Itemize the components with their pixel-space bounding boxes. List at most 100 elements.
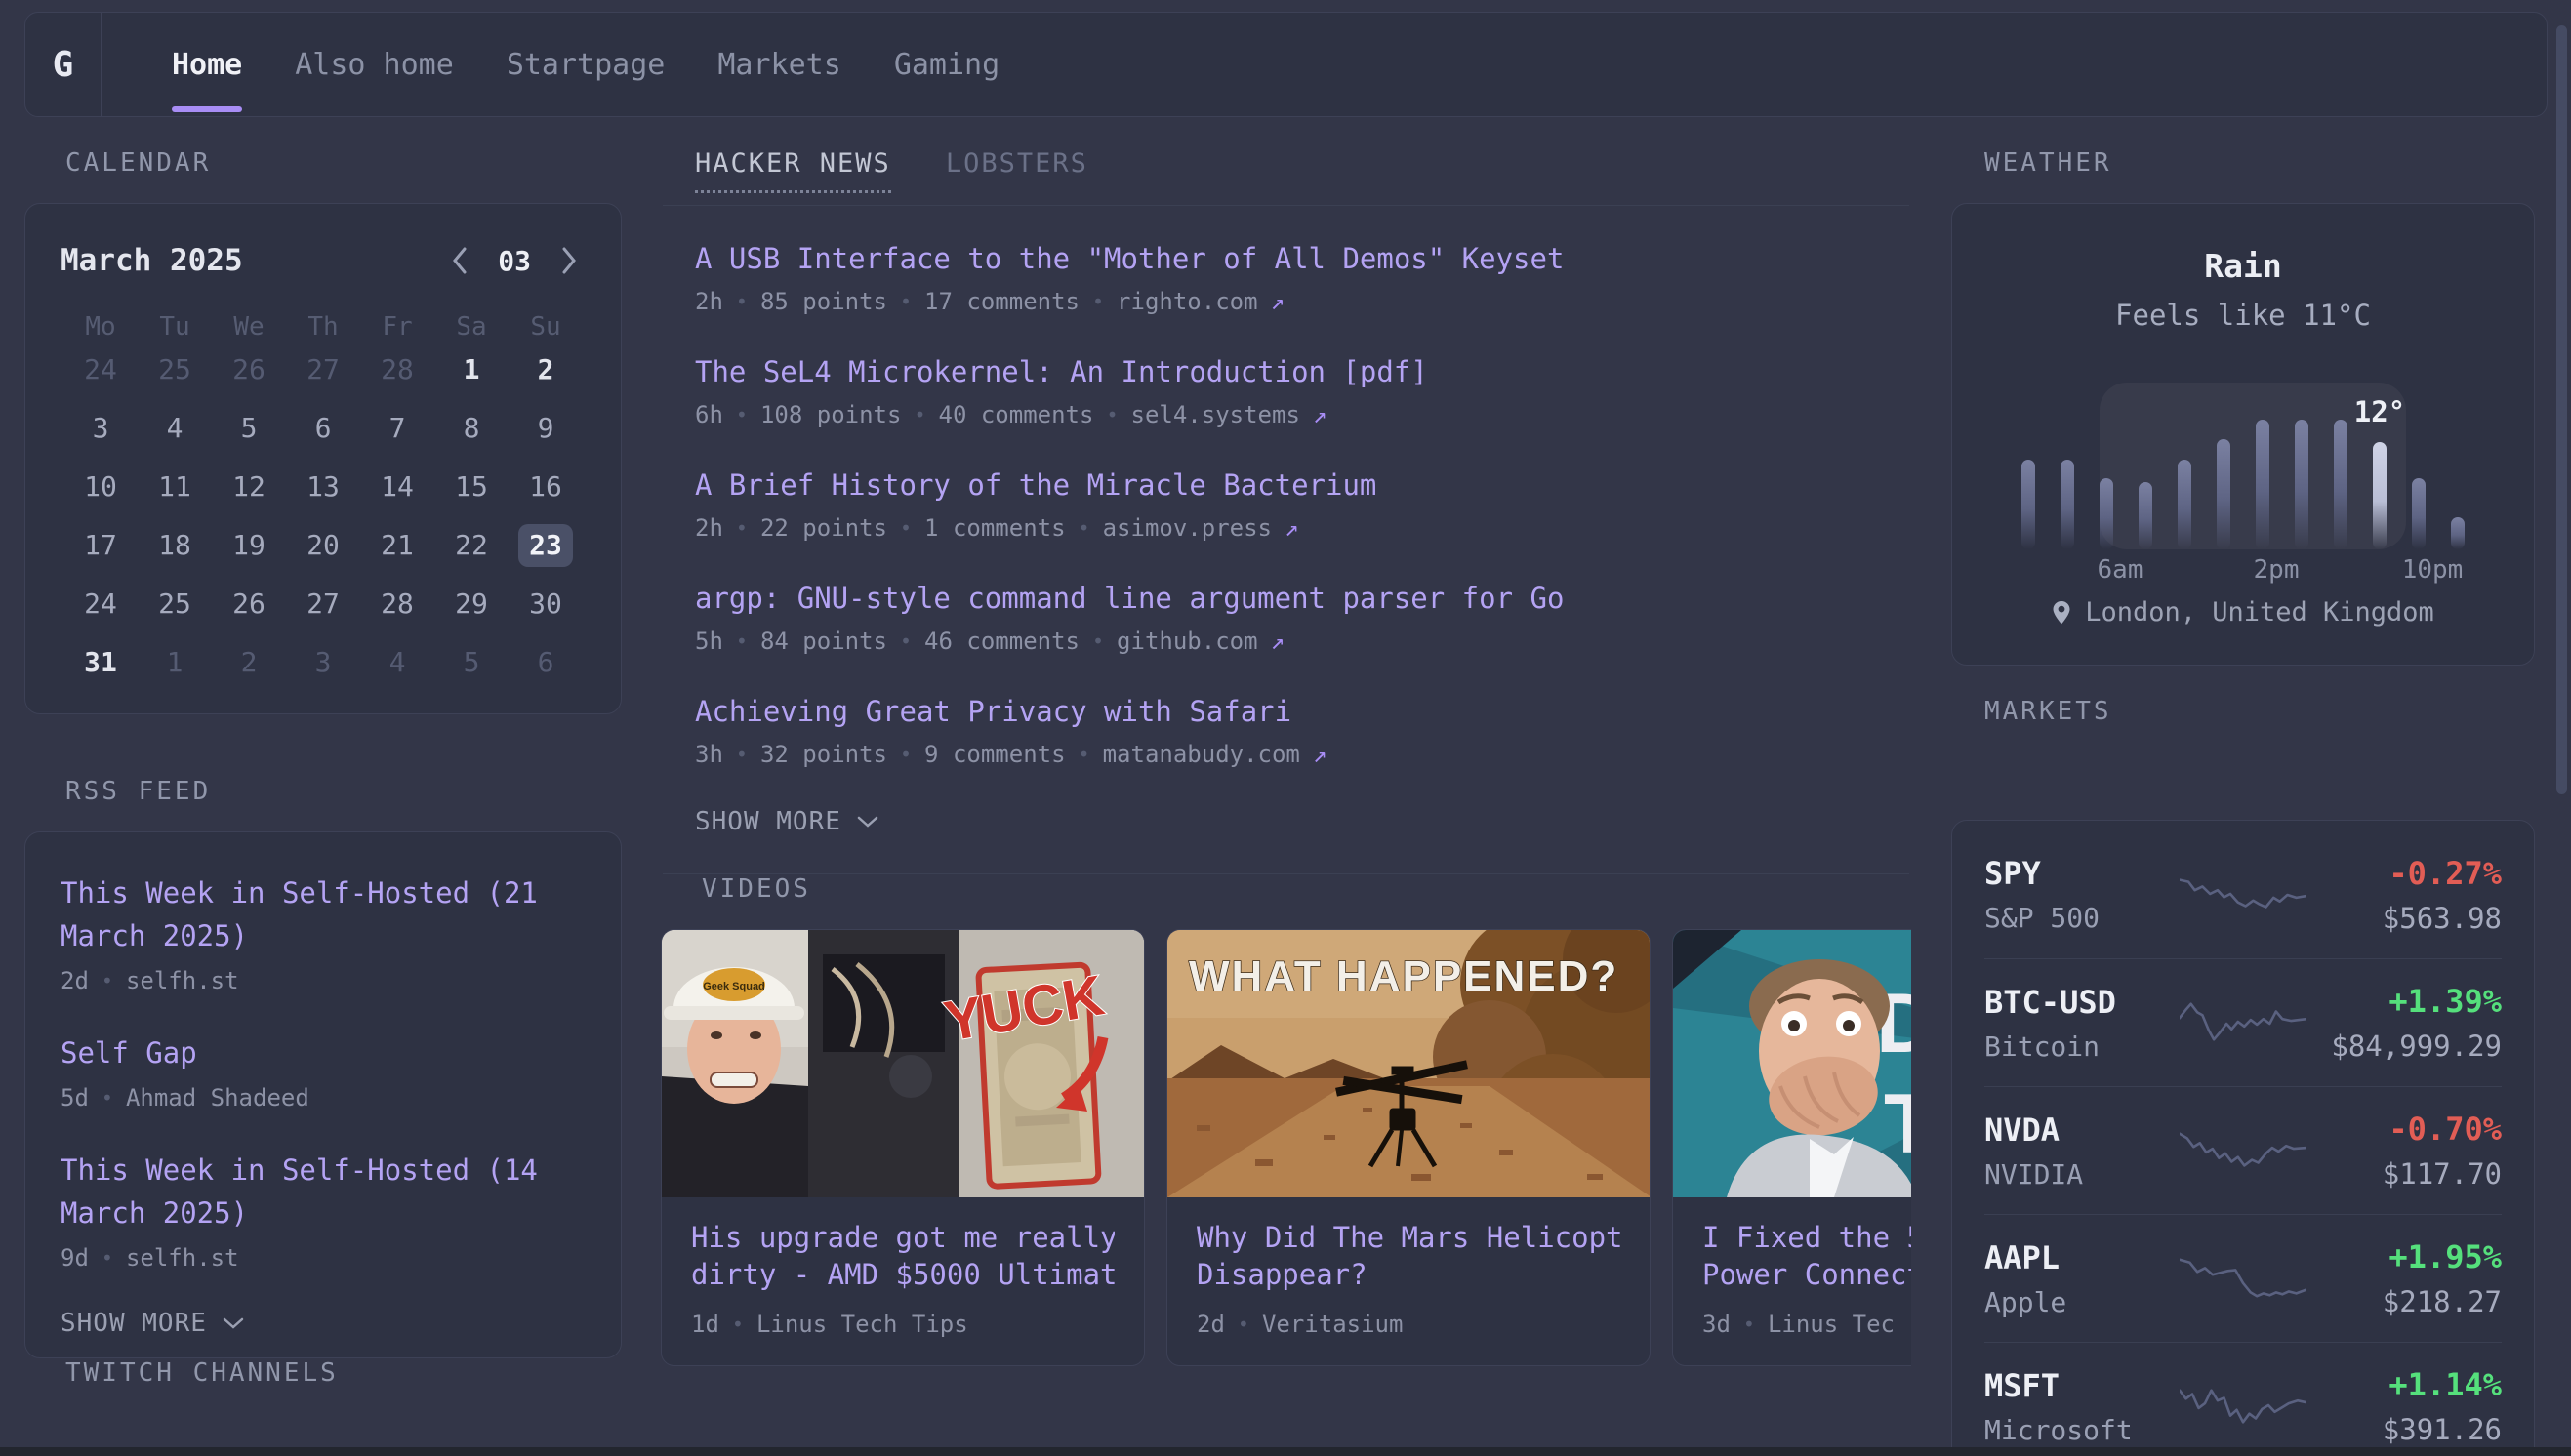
market-symbol[interactable]: MSFT (1984, 1367, 2180, 1404)
video-title-line[interactable]: I Fixed the 5 (1702, 1219, 1911, 1256)
video-thumbnail[interactable]: WHAT HAPPENED? (1167, 930, 1651, 1197)
calendar-day[interactable]: 9 (518, 407, 573, 450)
calendar-day[interactable]: 2 (518, 348, 573, 391)
calendar-day[interactable]: 24 (73, 583, 128, 626)
news-show-more-button[interactable]: SHOW MORE (695, 807, 1911, 836)
calendar-day[interactable]: 27 (296, 583, 350, 626)
news-item-domain[interactable]: asimov.press (1103, 514, 1272, 542)
rss-show-more-button[interactable]: SHOW MORE (61, 1309, 586, 1338)
calendar-day[interactable]: 3 (296, 641, 350, 684)
tab-lobsters[interactable]: LOBSTERS (946, 148, 1088, 190)
news-item-domain[interactable]: righto.com (1117, 288, 1258, 315)
calendar-day[interactable]: 28 (370, 348, 425, 391)
news-item-comments[interactable]: 46 comments (924, 627, 1080, 655)
video-title-line[interactable]: Power Connect (1702, 1256, 1911, 1293)
news-item-comments[interactable]: 17 comments (924, 288, 1080, 315)
video-card: WHAT HAPPENED? Why Did The Mars Helicopt… (1166, 929, 1651, 1366)
calendar-day[interactable]: 26 (222, 348, 276, 391)
calendar-day[interactable]: 1 (147, 641, 202, 684)
calendar-next-button[interactable] (558, 244, 580, 277)
calendar-day[interactable]: 14 (370, 465, 425, 508)
video-title-line[interactable]: dirty - AMD $5000 Ultimate… (691, 1256, 1115, 1293)
calendar-day[interactable]: 28 (370, 583, 425, 626)
video-title-line[interactable]: His upgrade got me really (691, 1219, 1115, 1256)
nav-tab-also-home[interactable]: Also home (295, 13, 454, 116)
calendar-day[interactable]: 29 (444, 583, 499, 626)
video-channel[interactable]: Veritasium (1262, 1311, 1404, 1338)
nav-tab-home[interactable]: Home (172, 13, 242, 116)
video-thumbnail[interactable]: Geek Squad YUCK (662, 930, 1145, 1197)
calendar-day[interactable]: 25 (147, 348, 202, 391)
market-row: BTC-USD Bitcoin +1.39% $84,999.29 (1984, 958, 2502, 1086)
calendar-day[interactable]: 1 (444, 348, 499, 391)
news-item-title[interactable]: A USB Interface to the "Mother of All De… (695, 241, 1911, 276)
rss-item-title[interactable]: This Week in Self-Hosted (21 March 2025) (61, 871, 586, 957)
calendar-day[interactable]: 2 (222, 641, 276, 684)
news-item-domain[interactable]: matanabudy.com (1103, 741, 1300, 768)
nav-tab-startpage[interactable]: Startpage (507, 13, 666, 116)
calendar-day[interactable]: 11 (147, 465, 202, 508)
news-item-title[interactable]: argp: GNU-style command line argument pa… (695, 581, 1911, 616)
middle-column: HACKER NEWS LOBSTERS A USB Interface to … (661, 148, 1911, 1366)
calendar-day[interactable]: 20 (296, 524, 350, 567)
calendar-day[interactable]: 25 (147, 583, 202, 626)
nav-tab-markets[interactable]: Markets (717, 13, 840, 116)
video-title-line[interactable]: Disappear? (1197, 1256, 1620, 1293)
calendar-day[interactable]: 5 (444, 641, 499, 684)
dot-separator: • (1238, 1313, 1249, 1336)
calendar-day[interactable]: 15 (444, 465, 499, 508)
calendar-day[interactable]: 4 (370, 641, 425, 684)
market-name: NVIDIA (1984, 1158, 2180, 1191)
calendar-day[interactable]: 16 (518, 465, 573, 508)
scrollbar[interactable] (2556, 25, 2567, 794)
market-symbol[interactable]: SPY (1984, 855, 2180, 892)
market-symbol[interactable]: BTC-USD (1984, 984, 2180, 1021)
calendar-day[interactable]: 12 (222, 465, 276, 508)
weather-location[interactable]: London, United Kingdom (1952, 597, 2534, 627)
calendar-day[interactable]: 17 (73, 524, 128, 567)
calendar-day[interactable]: 8 (444, 407, 499, 450)
tab-hacker-news[interactable]: HACKER NEWS (695, 148, 891, 193)
calendar-day[interactable]: 4 (147, 407, 202, 450)
news-item-meta: 2h• 85 points• 17 comments• righto.com ↗ (695, 288, 1911, 315)
news-item-title[interactable]: Achieving Great Privacy with Safari (695, 694, 1911, 729)
news-item-title[interactable]: The SeL4 Microkernel: An Introduction [p… (695, 354, 1911, 389)
news-item-comments[interactable]: 40 comments (939, 401, 1094, 428)
video-channel[interactable]: Linus Tech Tips (756, 1311, 968, 1338)
calendar-day[interactable]: 21 (370, 524, 425, 567)
calendar-day[interactable]: 10 (73, 465, 128, 508)
news-item-comments[interactable]: 1 comments (924, 514, 1066, 542)
video-title-line[interactable]: Why Did The Mars Helicopter (1197, 1219, 1620, 1256)
news-item-domain[interactable]: sel4.systems (1131, 401, 1300, 428)
news-item-comments[interactable]: 9 comments (924, 741, 1066, 768)
calendar-day[interactable]: 7 (370, 407, 425, 450)
calendar-day[interactable]: 22 (444, 524, 499, 567)
calendar-prev-button[interactable] (449, 244, 470, 277)
calendar-day[interactable]: 27 (296, 348, 350, 391)
app-logo[interactable]: G (25, 13, 102, 116)
news-item-title[interactable]: A Brief History of the Miracle Bacterium (695, 467, 1911, 503)
video-thumbnail[interactable]: DO TH (1673, 930, 1911, 1197)
nav-tab-gaming[interactable]: Gaming (894, 13, 1000, 116)
calendar-day[interactable]: 30 (518, 583, 573, 626)
calendar-day[interactable]: 19 (222, 524, 276, 567)
video-channel[interactable]: Linus Tec (1768, 1311, 1895, 1338)
market-symbol[interactable]: NVDA (1984, 1112, 2180, 1149)
rss-item-title[interactable]: Self Gap (61, 1031, 586, 1074)
calendar-day[interactable]: 3 (73, 407, 128, 450)
calendar-day[interactable]: 6 (518, 641, 573, 684)
rss-item-title[interactable]: This Week in Self-Hosted (14 March 2025) (61, 1149, 586, 1234)
calendar-day[interactable]: 23 (518, 524, 573, 567)
calendar-day[interactable]: 18 (147, 524, 202, 567)
calendar-day[interactable]: 26 (222, 583, 276, 626)
calendar-day[interactable]: 6 (296, 407, 350, 450)
market-symbol[interactable]: AAPL (1984, 1239, 2180, 1276)
news-item: argp: GNU-style command line argument pa… (695, 581, 1911, 655)
news-item-domain[interactable]: github.com (1117, 627, 1258, 655)
calendar-day[interactable]: 24 (73, 348, 128, 391)
calendar-day[interactable]: 5 (222, 407, 276, 450)
calendar-day[interactable]: 13 (296, 465, 350, 508)
calendar-day[interactable]: 31 (73, 641, 128, 684)
video-age: 2d (1197, 1311, 1225, 1338)
external-link-icon: ↗ (1271, 627, 1285, 655)
